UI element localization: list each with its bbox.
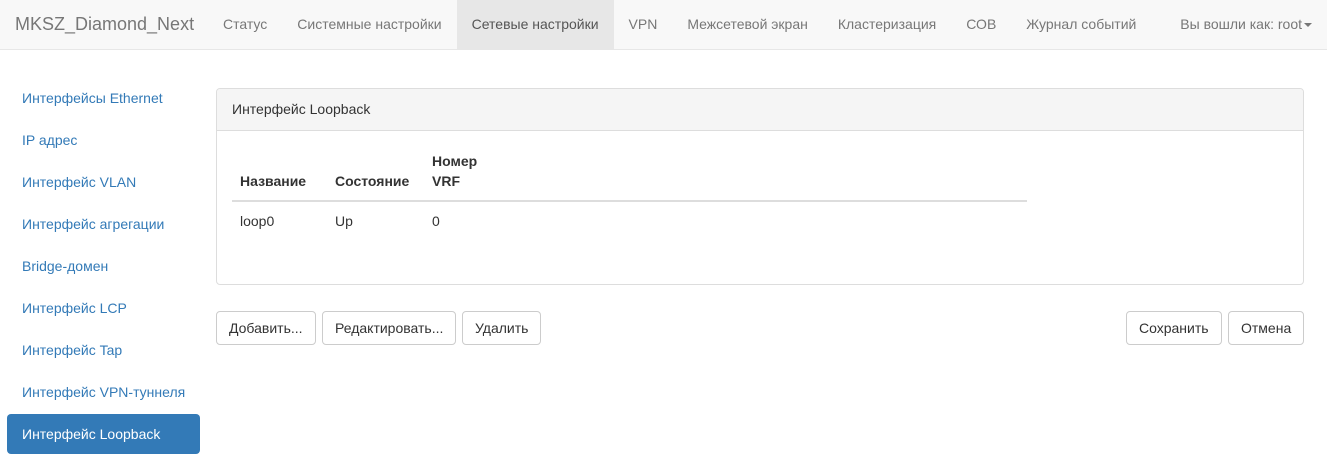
sidebar-item-lcp[interactable]: Интерфейс LCP bbox=[7, 288, 200, 328]
nav-item-firewall[interactable]: Межсетевой экран bbox=[672, 0, 823, 49]
column-header-vrf-line2: VRF bbox=[432, 173, 460, 189]
nav-item-system-settings[interactable]: Системные настройки bbox=[282, 0, 456, 49]
cell-vrf: 0 bbox=[432, 213, 440, 229]
user-menu-label: Вы вошли как: root bbox=[1180, 16, 1302, 32]
user-menu[interactable]: Вы вошли как: root bbox=[1180, 0, 1312, 49]
sidebar-item-loopback[interactable]: Интерфейс Loopback bbox=[7, 414, 200, 454]
cell-state: Up bbox=[335, 213, 353, 229]
sidebar: Интерфейсы Ethernet IP адрес Интерфейс V… bbox=[7, 78, 200, 456]
top-navbar: MKSZ_Diamond_Next Статус Системные настр… bbox=[0, 0, 1327, 50]
table-header-row: Название Состояние Номер VRF bbox=[232, 151, 1027, 202]
interfaces-table: Название Состояние Номер VRF loop0 Up 0 bbox=[232, 151, 1027, 240]
column-header-state: Состояние bbox=[327, 151, 424, 202]
nav-item-network-settings[interactable]: Сетевые настройки bbox=[456, 0, 614, 49]
main-nav: Статус Системные настройки Сетевые настр… bbox=[208, 0, 1151, 49]
sidebar-item-aggregation[interactable]: Интерфейс агрегации bbox=[7, 204, 200, 244]
nav-item-event-log[interactable]: Журнал событий bbox=[1011, 0, 1151, 49]
edit-button[interactable]: Редактировать... bbox=[322, 311, 457, 345]
loopback-panel: Интерфейс Loopback Название Состояние Но… bbox=[216, 88, 1304, 285]
table-row[interactable]: loop0 Up 0 bbox=[232, 201, 1027, 240]
delete-button[interactable]: Удалить bbox=[462, 311, 542, 345]
nav-item-vpn[interactable]: VPN bbox=[614, 0, 673, 49]
caret-down-icon bbox=[1304, 23, 1312, 28]
column-header-name: Название bbox=[232, 151, 327, 202]
nav-item-clustering[interactable]: Кластеризация bbox=[823, 0, 951, 49]
sidebar-item-bridge-domain[interactable]: Bridge-домен bbox=[7, 246, 200, 286]
sidebar-item-ip-address[interactable]: IP адрес bbox=[7, 120, 200, 160]
panel-title: Интерфейс Loopback bbox=[217, 89, 1303, 131]
sidebar-item-tap[interactable]: Интерфейс Tap bbox=[7, 330, 200, 370]
cell-name: loop0 bbox=[240, 213, 275, 229]
sidebar-item-vpn-tunnel[interactable]: Интерфейс VPN-туннеля bbox=[7, 372, 200, 412]
column-header-vrf-line1: Номер bbox=[432, 153, 478, 169]
column-header-vrf: Номер VRF bbox=[424, 151, 1027, 202]
nav-item-ids[interactable]: СОВ bbox=[951, 0, 1011, 49]
add-button[interactable]: Добавить... bbox=[216, 311, 316, 345]
save-button[interactable]: Сохранить bbox=[1126, 311, 1222, 345]
sidebar-item-vlan[interactable]: Интерфейс VLAN bbox=[7, 162, 200, 202]
sidebar-item-ethernet[interactable]: Интерфейсы Ethernet bbox=[7, 78, 200, 118]
nav-item-status[interactable]: Статус bbox=[208, 0, 282, 49]
brand-logo[interactable]: MKSZ_Diamond_Next bbox=[15, 0, 194, 50]
cancel-button[interactable]: Отмена bbox=[1228, 311, 1305, 345]
